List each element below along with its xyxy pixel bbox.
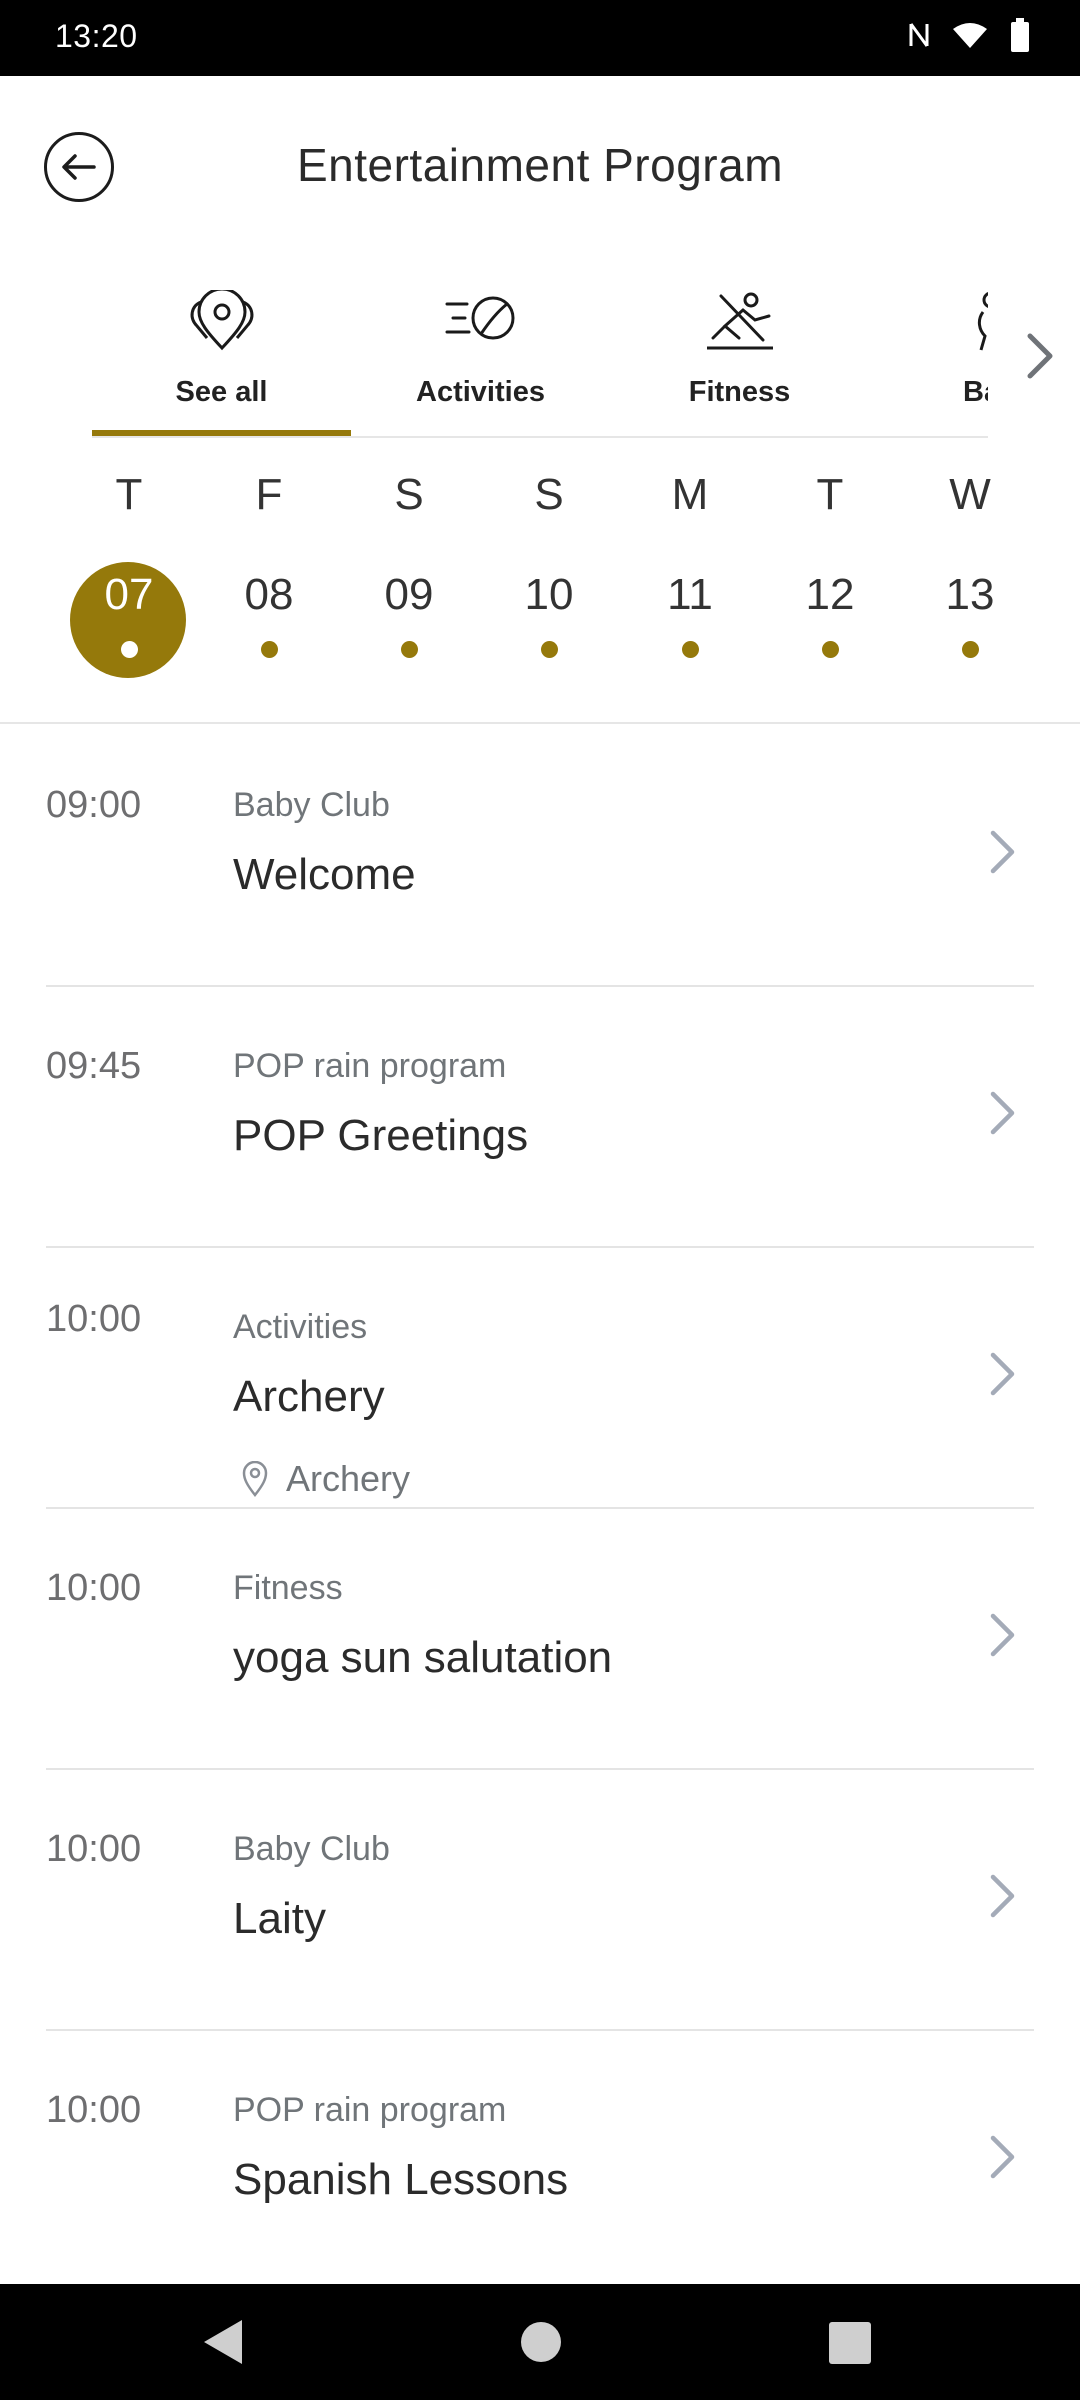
day-letter: M	[671, 470, 709, 519]
tab-baby[interactable]: Baby	[869, 280, 988, 436]
day-selector[interactable]: S 09	[349, 460, 469, 700]
event-time: 10:00	[46, 1567, 142, 1609]
event-dot	[541, 641, 558, 658]
event-time: 09:00	[46, 784, 142, 826]
wifi-icon	[953, 23, 987, 48]
day-letter: S	[394, 470, 424, 519]
event-row[interactable]: 09:00 Baby Club Welcome	[46, 726, 1034, 987]
day-selector[interactable]: T 07	[69, 460, 189, 700]
event-time: 10:00	[46, 1828, 142, 1870]
tab-label: Baby	[963, 376, 988, 408]
map-pins-icon	[190, 290, 253, 351]
chevron-right-icon	[990, 830, 1015, 874]
day-selector[interactable]: W 13	[910, 460, 1030, 700]
event-name: yoga sun salutation	[233, 1633, 613, 1682]
day-number: 08	[244, 570, 294, 619]
event-location: Archery	[242, 1458, 410, 1500]
day-selector[interactable]: S 10	[489, 460, 609, 700]
event-name: POP Greetings	[233, 1111, 529, 1160]
event-name: Archery	[233, 1372, 385, 1421]
tabs-scroll-right-icon[interactable]	[1022, 330, 1058, 382]
tab-label: Activities	[416, 376, 545, 408]
nav-home-icon[interactable]	[521, 2322, 561, 2362]
event-row[interactable]: 10:00 Fitness yoga sun salutation	[46, 1509, 1034, 1770]
category-tabs: See all Activities Fitness Baby	[92, 280, 988, 438]
location-pin-icon	[242, 1461, 268, 1497]
status-time: 13:20	[55, 18, 138, 54]
event-name: Laity	[233, 1894, 326, 1943]
event-dot	[822, 641, 839, 658]
day-number: 10	[524, 570, 574, 619]
nfc-icon	[909, 23, 929, 47]
event-category: Fitness	[233, 1569, 343, 1607]
event-category: POP rain program	[233, 2091, 507, 2129]
day-letter: F	[255, 470, 283, 519]
day-selector[interactable]: M 11	[630, 460, 750, 700]
event-row[interactable]: 10:00 Baby Club Laity	[46, 1770, 1034, 2031]
tab-activities[interactable]: Activities	[351, 280, 610, 436]
event-dot	[121, 641, 138, 658]
event-row[interactable]: 09:45 POP rain program POP Greetings	[46, 987, 1034, 1248]
date-strip: T 07 F 08 S 09 S 10 M 11 T 12 W 13	[0, 460, 1080, 724]
event-category: Baby Club	[233, 786, 390, 824]
battery-icon	[1011, 18, 1029, 52]
event-time: 10:00	[46, 1298, 142, 1340]
event-name: Spanish Lessons	[233, 2155, 569, 2204]
event-category: Activities	[233, 1308, 368, 1346]
event-list: 09:00 Baby Club Welcome 09:45 POP rain p…	[0, 726, 1080, 2292]
system-nav-bar	[0, 2284, 1080, 2400]
tab-label: See all	[175, 376, 268, 408]
tab-fitness[interactable]: Fitness	[610, 280, 869, 436]
chevron-right-icon	[990, 1091, 1015, 1135]
event-name: Welcome	[233, 850, 416, 899]
day-letter: W	[949, 470, 991, 519]
tab-label: Fitness	[688, 376, 791, 408]
event-time: 10:00	[46, 2089, 142, 2131]
event-row[interactable]: 10:00 Activities Archery Archery	[46, 1248, 1034, 1509]
chevron-right-icon	[990, 1874, 1015, 1918]
event-time: 09:45	[46, 1045, 142, 1087]
nav-back-icon[interactable]	[202, 2318, 244, 2366]
event-location-label: Archery	[286, 1458, 411, 1499]
day-number: 11	[667, 570, 713, 619]
day-letter: T	[816, 470, 844, 519]
ball-speed-icon	[445, 296, 514, 340]
baby-icon	[977, 291, 988, 351]
event-dot	[682, 641, 699, 658]
chevron-right-icon	[990, 1352, 1015, 1396]
day-number: 09	[384, 570, 434, 619]
fitness-person-icon	[706, 292, 773, 350]
day-selector[interactable]: T 12	[770, 460, 890, 700]
day-letter: T	[115, 470, 143, 519]
event-row[interactable]: 10:00 POP rain program Spanish Lessons	[46, 2031, 1034, 2292]
event-dot	[401, 641, 418, 658]
event-dot	[962, 641, 979, 658]
day-number: 13	[945, 570, 995, 619]
day-letter: S	[534, 470, 564, 519]
day-number: 07	[104, 570, 154, 619]
status-bar: 13:20	[0, 0, 1080, 76]
status-icons	[908, 18, 1030, 52]
tab-see-all[interactable]: See all	[92, 280, 351, 436]
event-category: POP rain program	[233, 1047, 507, 1085]
chevron-right-icon	[990, 2135, 1015, 2179]
header: Entertainment Program	[0, 76, 1080, 256]
event-category: Baby Club	[233, 1830, 390, 1868]
event-dot	[261, 641, 278, 658]
day-number: 12	[805, 570, 855, 619]
day-selector[interactable]: F 08	[209, 460, 329, 700]
nav-recents-icon[interactable]	[829, 2322, 871, 2364]
page-title: Entertainment Program	[296, 139, 784, 191]
chevron-right-icon	[990, 1613, 1015, 1657]
